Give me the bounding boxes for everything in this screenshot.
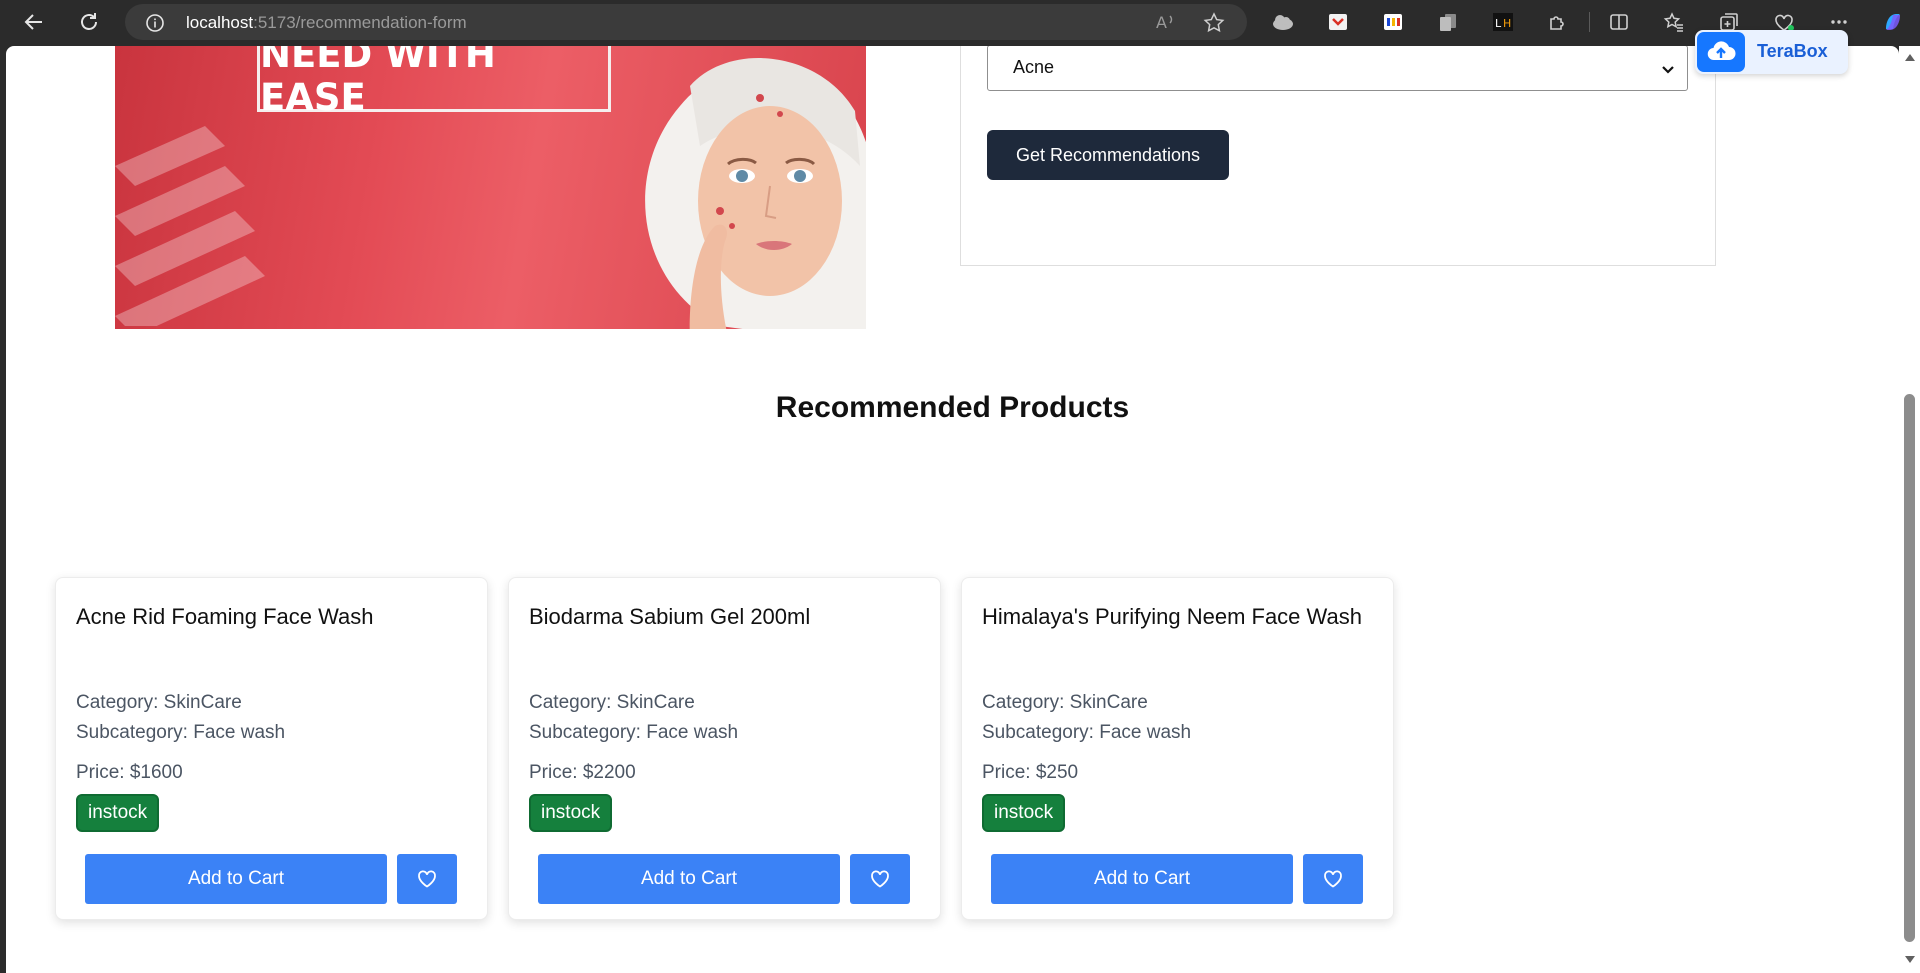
promo-banner: NEED WITH EASE [115, 46, 866, 329]
heart-icon [418, 870, 436, 888]
product-card: Biodarma Sabium Gel 200ml Category: Skin… [508, 577, 941, 920]
wishlist-button[interactable] [850, 854, 910, 904]
heart-icon [1324, 870, 1342, 888]
extensions-puzzle-icon[interactable] [1545, 9, 1571, 35]
product-subcategory: Subcategory: Face wash [76, 722, 286, 743]
product-name: Himalaya's Purifying Neem Face Wash [982, 604, 1362, 629]
product-price: Price: $2200 [529, 762, 636, 783]
copilot-icon[interactable] [1880, 9, 1906, 35]
page-content: NEED WITH EASE Acne Get Recommendations … [6, 46, 1899, 973]
toolbar-separator [1589, 12, 1590, 32]
concern-select[interactable]: Acne [987, 46, 1688, 91]
stock-badge: instock [982, 794, 1066, 832]
terabox-widget[interactable]: TeraBox [1695, 30, 1848, 74]
banner-logo-stripes [115, 126, 265, 326]
info-icon[interactable] [145, 13, 165, 38]
stock-badge: instock [76, 794, 160, 832]
heart-icon [871, 870, 889, 888]
recommendation-form: Acne Get Recommendations [960, 46, 1716, 266]
concern-select-value: Acne [1013, 57, 1055, 77]
favorite-star-icon[interactable] [1203, 12, 1225, 39]
wishlist-button[interactable] [397, 854, 457, 904]
extension-colors-icon[interactable] [1380, 9, 1406, 35]
extension-cloud-icon[interactable] [1270, 9, 1296, 35]
terabox-label: TeraBox [1757, 41, 1828, 61]
section-title: Recommended Products [775, 391, 1130, 424]
product-name: Acne Rid Foaming Face Wash [76, 604, 374, 629]
add-to-cart-button[interactable]: Add to Cart [991, 854, 1293, 904]
banner-headline: NEED WITH EASE [257, 46, 611, 119]
product-category: Category: SkinCare [76, 692, 242, 713]
extension-pocket-icon[interactable] [1325, 9, 1351, 35]
browser-toolbar: localhost:5173/recommendation-form A LH [0, 0, 1920, 44]
extension-lh-icon[interactable]: LH [1490, 9, 1516, 35]
back-icon[interactable] [18, 7, 50, 37]
svg-text:L: L [1495, 17, 1502, 30]
refresh-icon[interactable] [73, 7, 105, 37]
product-card: Acne Rid Foaming Face Wash Category: Ski… [55, 577, 488, 920]
product-card: Himalaya's Purifying Neem Face Wash Cate… [961, 577, 1394, 920]
product-subcategory: Subcategory: Face wash [982, 722, 1192, 743]
split-screen-icon[interactable] [1606, 9, 1632, 35]
favorites-icon[interactable] [1661, 9, 1687, 35]
page-scrollbar[interactable] [1899, 46, 1920, 973]
scroll-up-arrow-icon[interactable] [1905, 54, 1915, 61]
add-to-cart-button[interactable]: Add to Cart [538, 854, 840, 904]
add-to-cart-button[interactable]: Add to Cart [85, 854, 387, 904]
banner-model-image [645, 58, 866, 329]
product-category: Category: SkinCare [529, 692, 695, 713]
get-recommendations-button[interactable]: Get Recommendations [987, 130, 1229, 180]
read-aloud-icon[interactable]: A [1156, 12, 1178, 37]
chevron-down-icon [1661, 61, 1675, 82]
product-price: Price: $1600 [76, 762, 183, 783]
scrollbar-thumb[interactable] [1904, 394, 1915, 942]
product-category: Category: SkinCare [982, 692, 1148, 713]
extension-stack-icon[interactable] [1435, 9, 1461, 35]
stock-badge: instock [529, 794, 613, 832]
product-name: Biodarma Sabium Gel 200ml [529, 604, 811, 629]
svg-text:A: A [1156, 13, 1167, 32]
url-text: localhost:5173/recommendation-form [186, 13, 467, 32]
product-subcategory: Subcategory: Face wash [529, 722, 739, 743]
address-bar[interactable]: localhost:5173/recommendation-form A [125, 4, 1247, 40]
product-price: Price: $250 [982, 762, 1079, 783]
wishlist-button[interactable] [1303, 854, 1363, 904]
scroll-down-arrow-icon[interactable] [1905, 956, 1915, 963]
svg-text:H: H [1503, 17, 1511, 30]
upload-cloud-icon [1697, 32, 1745, 72]
